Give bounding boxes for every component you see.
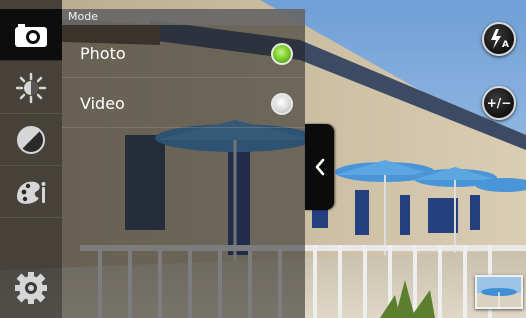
radio-selected-icon[interactable] — [271, 43, 293, 65]
mode-option-video[interactable]: Video — [62, 79, 305, 128]
mode-panel-header: Mode — [62, 9, 305, 25]
flash-auto-button[interactable]: A — [482, 22, 516, 56]
chevron-left-icon — [315, 158, 324, 176]
flash-auto-label: A — [502, 40, 509, 50]
collapse-panel-button[interactable] — [305, 124, 334, 210]
settings-rail — [0, 0, 62, 318]
rail-item-contrast[interactable] — [0, 114, 62, 166]
exposure-button[interactable]: +/− — [482, 86, 516, 120]
rail-item-color-effect[interactable] — [0, 166, 62, 218]
camera-screen: Mode Photo Video A +/− — [0, 0, 526, 318]
exposure-label: +/− — [486, 96, 512, 110]
gallery-thumbnail[interactable] — [475, 275, 523, 309]
mode-option-label: Photo — [80, 44, 126, 63]
rail-item-settings[interactable] — [0, 218, 62, 318]
color-effect-icon — [17, 181, 46, 204]
radio-unselected-icon[interactable] — [271, 93, 293, 115]
mode-option-photo[interactable]: Photo — [62, 29, 305, 78]
camera-icon — [15, 23, 47, 47]
mode-option-label: Video — [80, 94, 125, 113]
mode-panel: Mode Photo Video — [62, 9, 305, 318]
rail-item-camera-mode[interactable] — [0, 9, 62, 61]
brightness-icon — [15, 72, 47, 103]
contrast-icon — [17, 125, 45, 154]
settings-gear-icon — [15, 272, 47, 304]
gallery-thumbnail-image — [477, 277, 521, 307]
rail-item-brightness[interactable] — [0, 62, 62, 114]
